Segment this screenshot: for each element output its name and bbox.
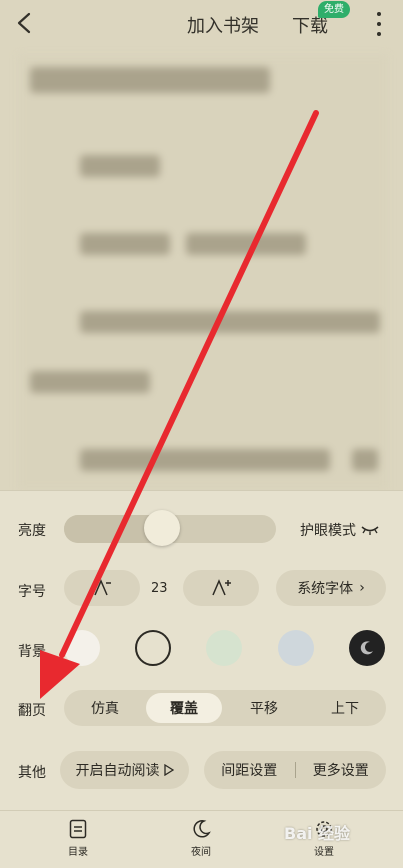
chevron-left-icon	[17, 12, 31, 34]
background-swatch-blue[interactable]	[278, 630, 314, 666]
eye-protection-label: 护眼模式	[300, 523, 356, 539]
more-settings-button[interactable]: 更多设置	[296, 760, 387, 780]
moon-icon	[360, 641, 373, 655]
auto-read-label: 开启自动阅读	[75, 763, 160, 779]
nav-table-of-contents[interactable]: 目录	[48, 819, 108, 858]
nav-settings-label: 设置	[314, 847, 334, 858]
moon-icon	[193, 820, 211, 838]
nav-night-label: 夜间	[191, 847, 211, 858]
background-swatch-dark[interactable]	[349, 630, 385, 666]
table-of-contents-icon	[69, 819, 87, 839]
play-icon	[163, 764, 174, 776]
closed-eye-icon	[361, 526, 379, 535]
font-size-label: 字号	[18, 584, 46, 600]
font-increase-icon	[212, 579, 231, 596]
top-bar: 加入书架 下载 免费	[0, 0, 403, 48]
brightness-slider-handle[interactable]	[143, 510, 180, 546]
page-turn-option-simulate[interactable]: 仿真	[67, 690, 143, 726]
dot-icon	[377, 22, 381, 26]
background-label: 背景	[18, 644, 46, 660]
background-swatch-beige-selected[interactable]	[135, 630, 171, 666]
brightness-label: 亮度	[18, 523, 46, 539]
page-turn-selector: 仿真 覆盖 平移 上下	[64, 690, 386, 726]
dot-icon	[377, 12, 381, 16]
font-size-value: 23	[151, 581, 168, 596]
font-decrease-button[interactable]	[64, 570, 140, 606]
free-badge: 免费	[318, 1, 350, 18]
font-decrease-icon	[94, 579, 111, 596]
background-swatch-green[interactable]	[206, 630, 242, 666]
system-font-button[interactable]: 系统字体 ›	[276, 570, 386, 606]
spacing-settings-button[interactable]: 间距设置	[204, 760, 295, 780]
page-turn-label: 翻页	[18, 703, 46, 719]
page-turn-option-slide[interactable]: 平移	[226, 690, 302, 726]
page-turn-option-vertical[interactable]: 上下	[307, 690, 383, 726]
font-increase-button[interactable]	[183, 570, 259, 606]
back-button[interactable]	[10, 8, 38, 38]
background-swatch-white[interactable]	[64, 630, 100, 666]
dot-icon	[377, 32, 381, 36]
add-to-shelf-button[interactable]: 加入书架	[187, 12, 259, 38]
chevron-right-icon: ›	[359, 580, 365, 596]
auto-read-button[interactable]: 开启自动阅读	[60, 751, 189, 789]
system-font-label: 系统字体	[297, 581, 354, 597]
baidu-watermark: Bai 经验	[284, 824, 351, 843]
nav-toc-label: 目录	[68, 847, 88, 858]
page-turn-option-cover[interactable]: 覆盖	[146, 693, 222, 723]
spacing-more-group: 间距设置 更多设置	[204, 751, 386, 789]
nav-night-mode[interactable]: 夜间	[171, 819, 231, 858]
eye-protection-toggle[interactable]: 护眼模式	[300, 520, 380, 540]
other-label: 其他	[18, 765, 46, 781]
more-menu-button[interactable]	[372, 12, 386, 36]
reading-content	[18, 55, 388, 490]
